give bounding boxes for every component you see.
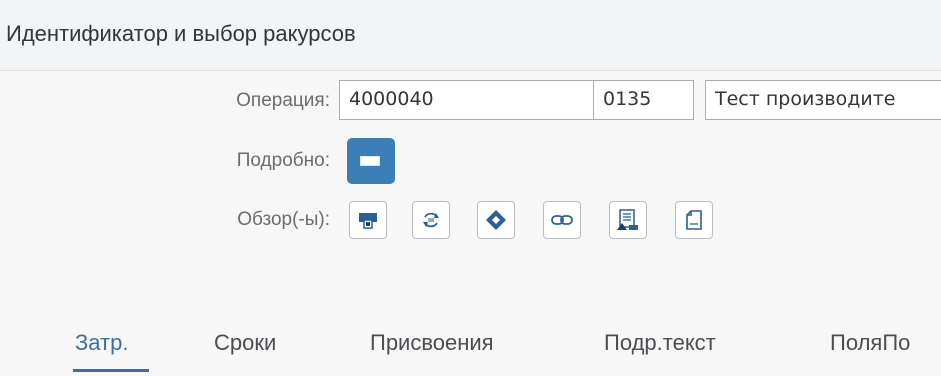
tab-detail-text[interactable]: Подр.текст	[604, 330, 716, 356]
tab-assignments[interactable]: Присвоения	[370, 330, 494, 356]
operation-label: Операция:	[236, 90, 330, 111]
section-header: Идентификатор и выбор ракурсов	[0, 0, 941, 71]
overview-button-1[interactable]	[349, 201, 387, 239]
overview-button-5[interactable]	[609, 201, 647, 239]
refresh-icon	[423, 212, 439, 228]
overview-button-2[interactable]	[412, 201, 450, 239]
detail-view-icon	[360, 156, 380, 166]
operation-code-field[interactable]: 0135	[593, 80, 694, 120]
active-tab-indicator	[73, 369, 149, 372]
overview-button-4[interactable]	[543, 201, 581, 239]
tab-dates[interactable]: Сроки	[214, 330, 276, 356]
overview-button-6[interactable]	[675, 201, 713, 239]
operation-number-field[interactable]: 4000040	[339, 80, 594, 120]
overview-button-3[interactable]	[477, 201, 515, 239]
document-transfer-icon	[617, 209, 638, 230]
printer-icon	[359, 213, 377, 229]
overviews-label: Обзор(-ы):	[237, 209, 330, 230]
diamond-icon	[486, 210, 506, 230]
document-icon	[686, 210, 702, 230]
section-title: Идентификатор и выбор ракурсов	[6, 21, 356, 46]
tab-user-fields[interactable]: ПоляПо	[830, 330, 910, 356]
detail-label: Подробно:	[236, 150, 330, 171]
operation-description-field[interactable]: Тест производите	[705, 80, 941, 120]
link-icon	[551, 215, 573, 225]
tab-costs[interactable]: Затр.	[75, 330, 128, 356]
detail-toggle-button[interactable]	[347, 138, 395, 184]
